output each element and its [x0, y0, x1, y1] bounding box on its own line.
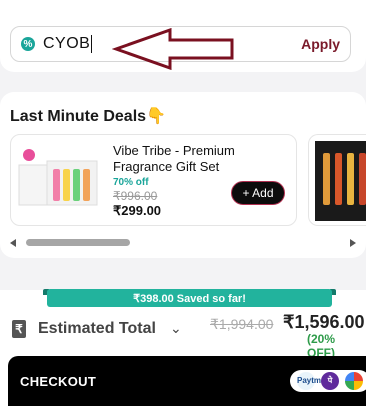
last-minute-deals-section: Last Minute Deals👇 Vibe Tribe - Premium … [0, 92, 366, 258]
product-image [17, 147, 105, 211]
savings-banner: ₹398.00 Saved so far! [47, 289, 332, 307]
scroll-left-icon[interactable] [10, 239, 16, 247]
total-original-price: ₹1,994.00 [210, 316, 274, 332]
product-image [315, 141, 366, 221]
total-price: ₹1,596.00 [283, 312, 365, 332]
add-to-cart-button[interactable]: + Add [231, 181, 285, 205]
chevron-down-icon[interactable]: ⌄ [170, 320, 182, 337]
checkout-label: CHECKOUT [20, 374, 97, 389]
payment-methods: Paytm पे [290, 370, 366, 392]
total-label: Estimated Total [38, 320, 156, 337]
coupon-code-value[interactable]: CYOB [43, 35, 90, 53]
deal-card-partial[interactable] [308, 134, 366, 226]
original-price: ₹996.00 [113, 189, 158, 203]
sale-price: ₹299.00 [113, 203, 162, 218]
pointing-down-icon: 👇 [146, 108, 166, 125]
estimated-total-row[interactable]: ₹ Estimated Total ⌄ ₹1,994.00 ₹1,596.00 … [0, 312, 366, 360]
gpay-icon [345, 372, 363, 390]
deal-card[interactable]: Vibe Tribe - Premium Fragrance Gift Set … [10, 134, 297, 226]
product-name[interactable]: Vibe Tribe - Premium Fragrance Gift Set [113, 143, 293, 175]
apply-button[interactable]: Apply [301, 36, 340, 52]
text-cursor [91, 35, 93, 53]
pointing-arrow-icon [112, 28, 234, 70]
section-title: Last Minute Deals👇 [10, 108, 166, 125]
horizontal-scrollbar[interactable] [10, 238, 356, 248]
discount-label: 70% off [113, 177, 149, 188]
checkout-button[interactable]: CHECKOUT Paytm पे [8, 356, 366, 406]
phonepe-icon: पे [321, 372, 339, 390]
rupee-icon: ₹ [12, 320, 26, 338]
percent-badge-icon: % [21, 37, 35, 51]
paytm-icon: Paytm [297, 372, 321, 390]
scroll-right-icon[interactable] [350, 239, 356, 247]
scrollbar-thumb[interactable] [26, 239, 130, 246]
